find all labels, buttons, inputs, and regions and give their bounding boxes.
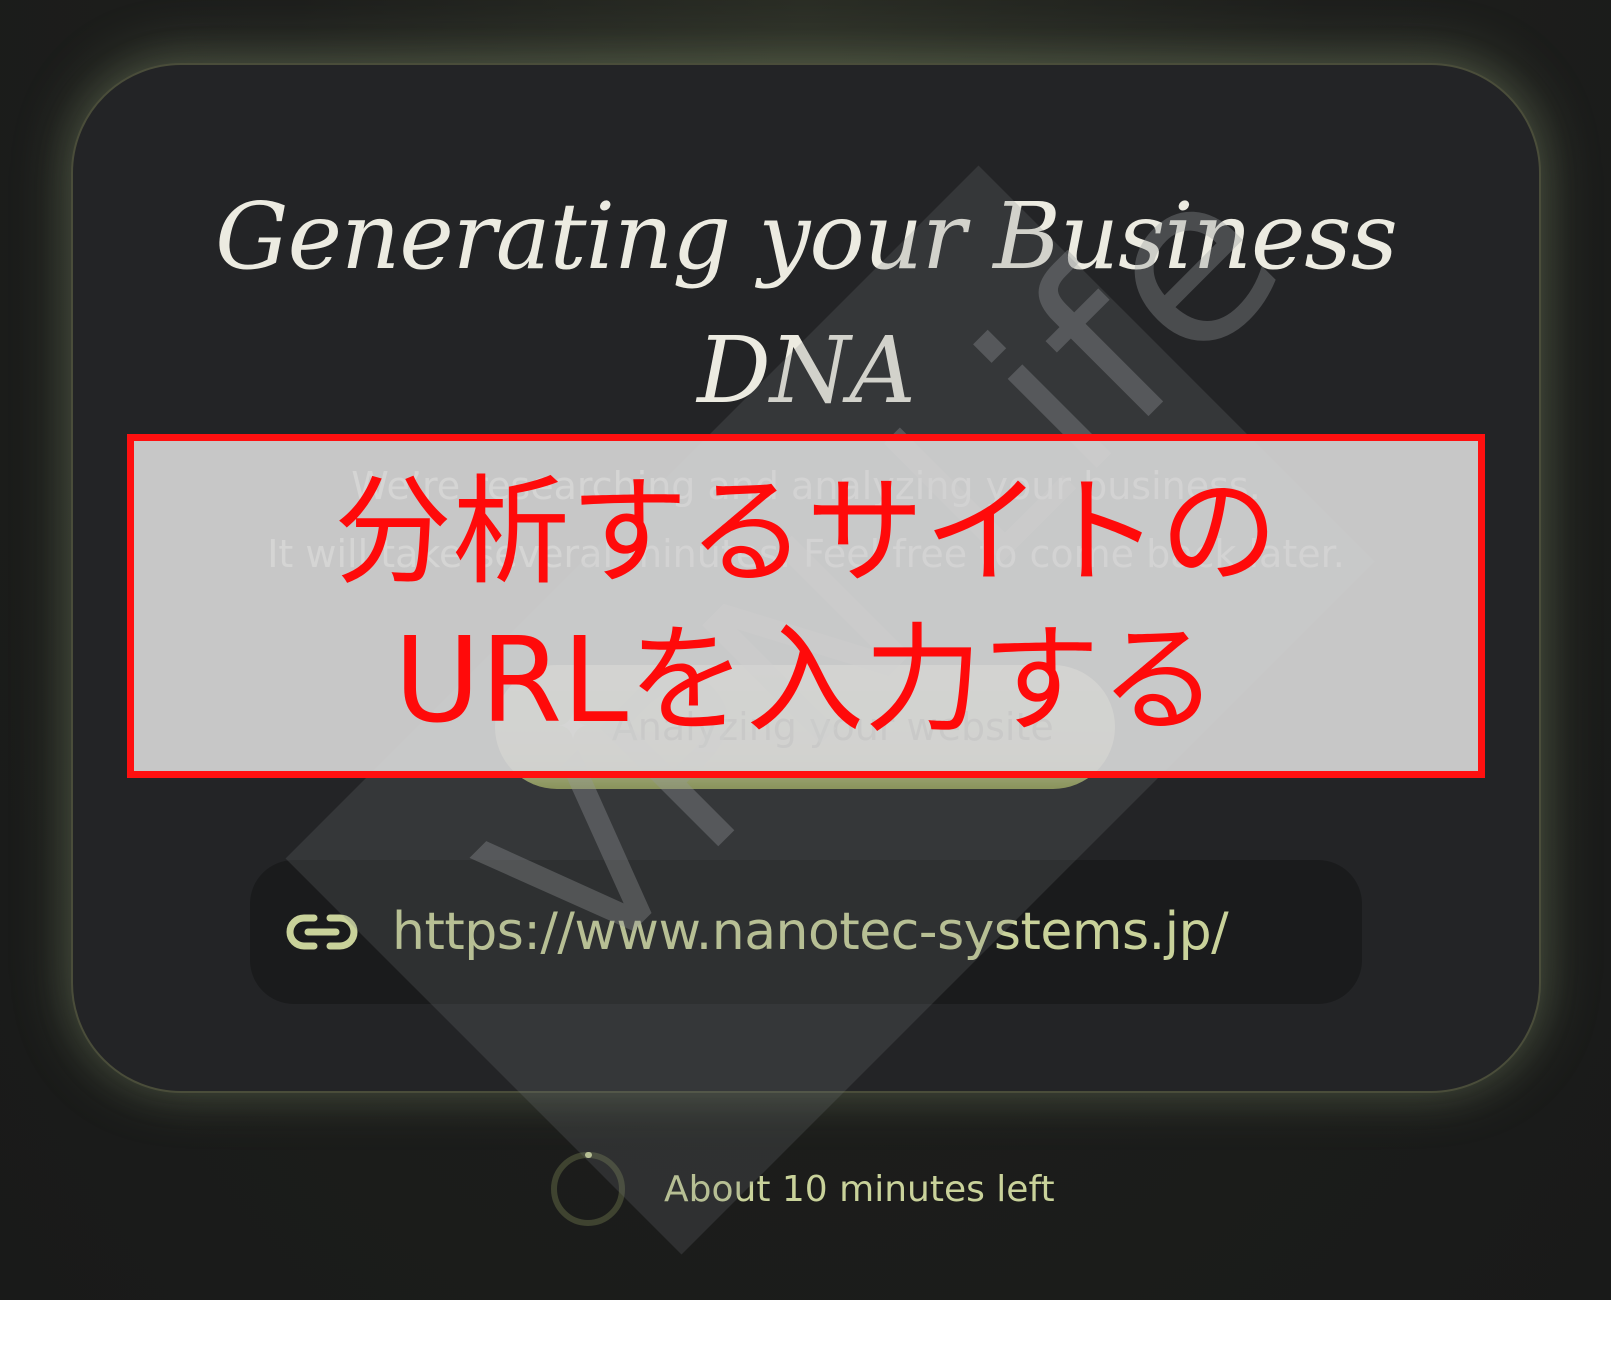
spinner-icon — [551, 1151, 625, 1226]
website-url-field[interactable]: https://www.nanotec-systems.jp/ — [250, 860, 1362, 1004]
page-subtitle: We’re researching and analyzing your bus… — [71, 452, 1541, 588]
link-icon — [286, 914, 358, 950]
title-line-2: DNA — [697, 317, 916, 424]
analyzing-website-label: Analyzing your website — [611, 705, 1054, 749]
page-title: Generating your Business DNA — [71, 170, 1541, 438]
subtitle-line-1: We’re researching and analyzing your bus… — [351, 464, 1261, 508]
time-remaining-text: About 10 minutes left — [664, 1168, 1055, 1210]
website-url-value: https://www.nanotec-systems.jp/ — [392, 902, 1229, 962]
time-remaining-status: About 10 minutes left — [548, 1148, 1055, 1230]
subtitle-line-2: It will take several minutes. Feel free … — [267, 532, 1345, 576]
analyzing-website-button[interactable]: ✦ Analyzing your website — [495, 665, 1115, 789]
app-screen: Generating your Business DNA We’re resea… — [0, 0, 1611, 1300]
title-line-1: Generating your Business — [215, 183, 1398, 290]
sparkle-icon: ✦ — [556, 704, 590, 750]
